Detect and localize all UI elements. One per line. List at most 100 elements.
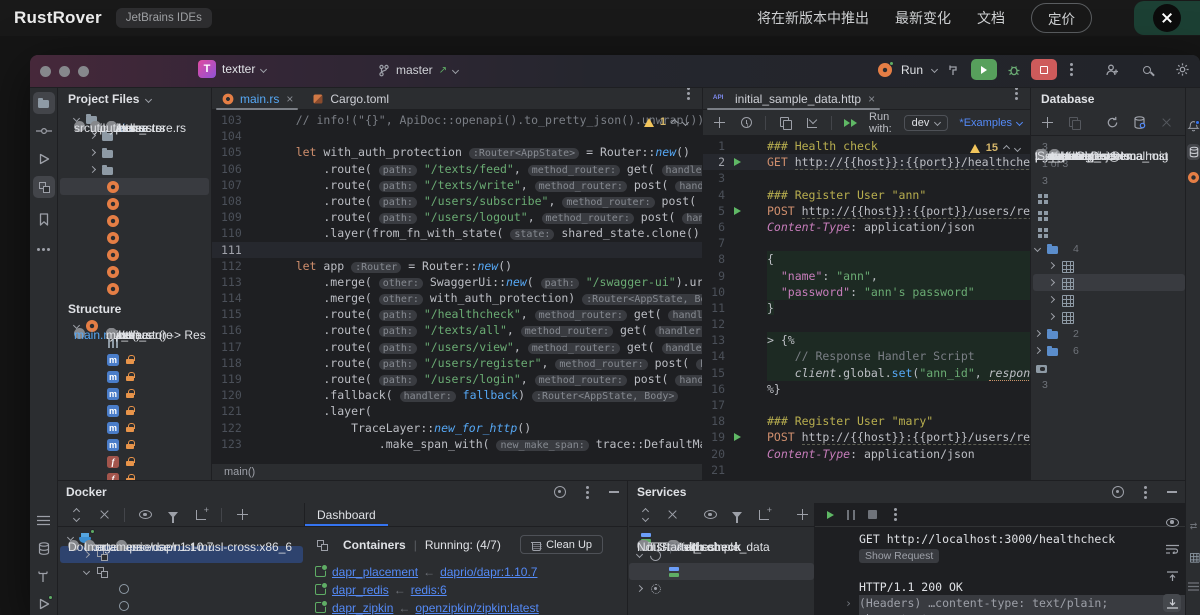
commit-tool-button[interactable] bbox=[33, 120, 55, 142]
code-line[interactable]: 21 bbox=[703, 462, 1030, 478]
add-request-icon[interactable] bbox=[711, 115, 727, 131]
code-line[interactable]: 111 bbox=[212, 242, 702, 258]
tree-item[interactable]: daprio/dapr:1.10.7 bbox=[60, 580, 303, 597]
code-line[interactable]: 20Content-Type: application/json bbox=[703, 446, 1030, 462]
stop-button[interactable] bbox=[1031, 59, 1057, 80]
add-service-icon[interactable] bbox=[794, 507, 810, 523]
editor-code-area[interactable]: 103 // info!("{}", ApiDoc::openapi().to_… bbox=[212, 112, 702, 463]
history-icon[interactable] bbox=[738, 115, 754, 131]
import-icon[interactable] bbox=[804, 115, 820, 131]
refresh-icon[interactable] bbox=[1104, 115, 1120, 131]
console-output[interactable]: GET http://localhost:3000/healthcheck Sh… bbox=[815, 527, 1185, 615]
prev-issue-icon[interactable] bbox=[1003, 144, 1010, 151]
tree-item[interactable]: textterdb3 bbox=[1033, 376, 1185, 393]
image-link[interactable]: daprio/dapr:1.10.7 bbox=[440, 565, 537, 579]
tree-item[interactable]: information_schema bbox=[1033, 189, 1185, 206]
bookmarks-tool-button[interactable] bbox=[33, 208, 55, 230]
code-line[interactable]: 113 .merge( other: SwaggerUi::new( path:… bbox=[212, 274, 702, 290]
filter-icon[interactable] bbox=[729, 507, 745, 523]
code-line[interactable]: 15 client.global.set("ann_id", response.… bbox=[703, 365, 1030, 381]
code-line[interactable]: 114 .merge( other: with_auth_protection)… bbox=[212, 290, 702, 306]
filter-icon[interactable] bbox=[165, 507, 181, 523]
tree-item[interactable]: utils bbox=[60, 419, 209, 436]
show-request-chip[interactable]: Show Request bbox=[859, 549, 939, 563]
tree-item[interactable]: handlers.rs bbox=[60, 195, 209, 212]
disconnect-icon[interactable] bbox=[1158, 115, 1174, 131]
tree-item[interactable]: state bbox=[60, 368, 209, 385]
code-line[interactable]: 115 .route( path: "/healthcheck", method… bbox=[212, 306, 702, 322]
inspection-widget[interactable]: 1 bbox=[644, 116, 688, 128]
code-line[interactable]: 12 bbox=[703, 316, 1030, 332]
code-line[interactable]: 8{ bbox=[703, 251, 1030, 267]
collapse-icon[interactable] bbox=[664, 507, 680, 523]
code-line[interactable]: 9 "name": "ann", bbox=[703, 268, 1030, 284]
code-line[interactable]: 106 .route( path: "/texts/feed", method_… bbox=[212, 161, 702, 177]
jetbrains-ides-badge[interactable]: JetBrains IDEs bbox=[116, 8, 212, 28]
project-files-header[interactable]: Project Files bbox=[58, 88, 211, 110]
container-row[interactable]: dapr_redis←redis:6 bbox=[315, 582, 617, 597]
settings-gear-icon[interactable] bbox=[1174, 62, 1190, 78]
services-tool-button[interactable] bbox=[33, 593, 55, 615]
fold-icon[interactable]: › bbox=[845, 595, 852, 611]
tree-item[interactable]: types.rs bbox=[60, 263, 209, 280]
tree-item[interactable]: Database Objects bbox=[1033, 359, 1185, 376]
code-line[interactable]: 11} bbox=[703, 300, 1030, 316]
code-line[interactable]: 121 .layer( bbox=[212, 403, 702, 419]
expand-all-icon[interactable] bbox=[68, 507, 84, 523]
examples-dropdown[interactable]: *Examples bbox=[959, 117, 1022, 129]
float-mode-icon[interactable] bbox=[1112, 486, 1124, 498]
rerun-request-icon[interactable] bbox=[827, 511, 834, 519]
breadcrumb[interactable]: main() bbox=[212, 463, 702, 480]
scroll-to-end-icon[interactable] bbox=[1163, 594, 1181, 612]
project-tool-button[interactable] bbox=[33, 92, 55, 114]
close-tab-icon[interactable]: × bbox=[868, 92, 875, 106]
more-actions-icon[interactable] bbox=[1070, 68, 1073, 71]
tree-item[interactable]: utils.rs bbox=[60, 280, 209, 297]
attach-icon[interactable] bbox=[756, 507, 772, 523]
container-link[interactable]: dapr_redis bbox=[332, 583, 389, 597]
code-line[interactable]: 103 // info!("{}", ApiDoc::openapi().to_… bbox=[212, 112, 702, 128]
services-header[interactable]: Services bbox=[629, 481, 1185, 503]
code-line[interactable]: 13> {% bbox=[703, 332, 1030, 348]
tree-item[interactable]: main() bbox=[60, 470, 209, 480]
window-button-1[interactable] bbox=[40, 66, 51, 77]
database-header[interactable]: Database bbox=[1031, 88, 1185, 110]
rerun-button[interactable] bbox=[971, 59, 997, 80]
search-icon[interactable] bbox=[1139, 62, 1155, 78]
tree-item[interactable]: pg_catalog bbox=[1033, 206, 1185, 223]
tree-item[interactable]: types bbox=[60, 144, 209, 161]
next-issue-icon[interactable] bbox=[1014, 144, 1021, 151]
stop-icon[interactable] bbox=[868, 510, 877, 519]
tree-item[interactable]: sequences6 bbox=[1033, 342, 1185, 359]
debug-icon[interactable] bbox=[1006, 62, 1022, 78]
run-request-icon[interactable] bbox=[734, 433, 741, 441]
code-line[interactable]: 112 let app :Router = Router::new() bbox=[212, 258, 702, 274]
nav-whats-new[interactable]: 最新变化 bbox=[895, 8, 951, 28]
code-line[interactable]: 117 .route( path: "/users/view", method_… bbox=[212, 339, 702, 355]
tab-main-rs[interactable]: main.rs × bbox=[212, 88, 302, 110]
run-tool-button[interactable] bbox=[33, 148, 55, 170]
tree-item[interactable]: schema bbox=[60, 402, 209, 419]
options-icon[interactable] bbox=[894, 513, 897, 516]
tree-item[interactable]: Not Started bbox=[629, 580, 814, 597]
run-config-icon[interactable] bbox=[878, 63, 892, 77]
add-user-icon[interactable] bbox=[1104, 62, 1120, 78]
tree-item[interactable]: subscriptions bbox=[1033, 274, 1185, 291]
window-button-3[interactable] bbox=[78, 66, 89, 77]
eye-icon[interactable] bbox=[702, 507, 718, 523]
code-line[interactable]: 116 .route( path: "/texts/all", method_r… bbox=[212, 322, 702, 338]
close-tab-icon[interactable]: × bbox=[286, 92, 293, 106]
env-select[interactable]: dev bbox=[904, 115, 949, 131]
tree-item[interactable]: main.rs bbox=[60, 178, 209, 195]
expand-all-icon[interactable] bbox=[637, 507, 653, 523]
code-line[interactable]: 118 .route( path: "/users/register", met… bbox=[212, 355, 702, 371]
tree-item[interactable]: public bbox=[1033, 223, 1185, 240]
hide-icon[interactable] bbox=[609, 491, 619, 493]
build-tool-button[interactable] bbox=[33, 565, 55, 587]
add-datasource-icon[interactable] bbox=[1039, 115, 1055, 131]
container-row[interactable]: dapr_placement←daprio/dapr:1.10.7 bbox=[315, 564, 617, 579]
tree-item[interactable]: messense/rust-musl-cross:x86_6 bbox=[60, 597, 303, 614]
tree-item[interactable]: routines2 bbox=[1033, 325, 1185, 342]
close-overlay-button[interactable] bbox=[1134, 1, 1200, 35]
tree-item[interactable]: tables4 bbox=[1033, 240, 1185, 257]
